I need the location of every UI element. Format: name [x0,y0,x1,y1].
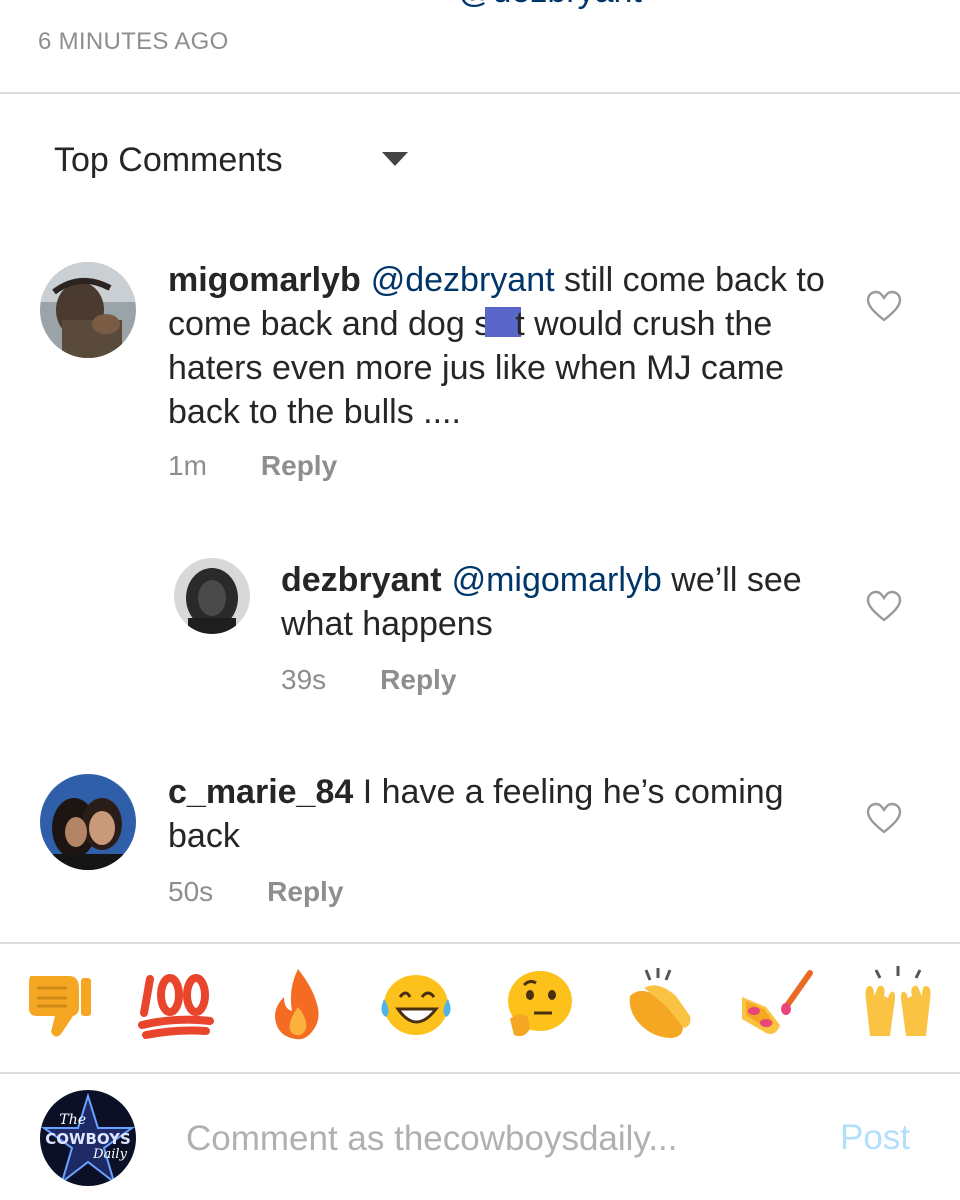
sort-comments-dropdown[interactable]: Top Comments [54,138,408,182]
comment-body: dezbryant @migomarlyb we’ll see what happ… [281,558,841,646]
comment-time: 39s [281,664,327,695]
divider [0,92,960,94]
caret-down-icon [382,152,408,166]
fire-icon [275,969,319,1040]
avatar-text-daily: Daily [92,1147,127,1162]
comment-meta: 1m Reply [168,450,337,482]
emoji-thumbs-down-button[interactable] [18,964,98,1044]
reply-button[interactable]: Reply [267,876,343,908]
raising-hands-icon [865,966,931,1036]
nail-polish-icon [742,970,813,1034]
comment-meta: 50s Reply [168,876,343,908]
avatar[interactable] [40,262,136,358]
sort-label: Top Comments [54,140,283,179]
reply-button[interactable]: Reply [261,450,337,482]
comment-reply: dezbryant @migomarlyb we’ll see what happ… [0,556,960,716]
tears-of-joy-icon [381,975,451,1035]
emoji-hundred-points-button[interactable] [136,964,216,1044]
comment-input[interactable] [186,1112,806,1166]
comment: migomarlyb @dezbryant still come back to … [0,250,960,500]
post-button[interactable]: Post [840,1118,910,1158]
comment-mention[interactable]: @dezbryant [371,261,555,299]
comment-body: migomarlyb @dezbryant still come back to … [168,258,848,434]
comment-mention[interactable]: @migomarlyb [452,561,662,599]
comment: c_marie_84 I have a feeling he’s coming … [0,766,960,926]
emoji-fire-button[interactable] [258,964,338,1044]
thumbs-down-icon [29,976,91,1037]
avatar[interactable] [174,558,250,634]
thinking-face-icon [508,971,572,1037]
comment-body: c_marie_84 I have a feeling he’s coming … [168,770,838,858]
emoji-raising-hands-button[interactable] [858,964,938,1044]
emoji-clapping-hands-button[interactable] [620,964,700,1044]
hundred-points-icon [138,974,214,1039]
comment-username[interactable]: migomarlyb [168,261,361,299]
like-heart-icon[interactable] [866,290,902,322]
comment-username[interactable]: c_marie_84 [168,773,353,811]
comment-username[interactable]: dezbryant [281,561,442,599]
reply-button[interactable]: Reply [380,664,456,696]
comment-time: 50s [168,876,214,907]
avatar[interactable] [40,774,136,870]
divider [0,1072,960,1074]
divider [0,942,960,944]
post-caption-mention[interactable]: @dezbryant [38,0,898,8]
post-timestamp: 6 MINUTES AGO [38,28,229,55]
like-heart-icon[interactable] [866,802,902,834]
comment-time: 1m [168,450,207,481]
post-caption-cutoff: @dezbryant [38,0,898,10]
avatar-text-cowboys: COWBOYS [45,1130,131,1148]
avatar-text-the: The [59,1112,86,1128]
clapping-hands-icon [629,968,691,1038]
like-heart-icon[interactable] [866,590,902,622]
emoji-nail-polish-button[interactable] [736,964,816,1044]
emoji-tears-of-joy-button[interactable] [376,964,456,1044]
current-user-avatar[interactable]: The COWBOYS Daily [40,1090,136,1186]
comment-meta: 39s Reply [281,664,456,696]
emoji-thinking-face-button[interactable] [498,964,578,1044]
